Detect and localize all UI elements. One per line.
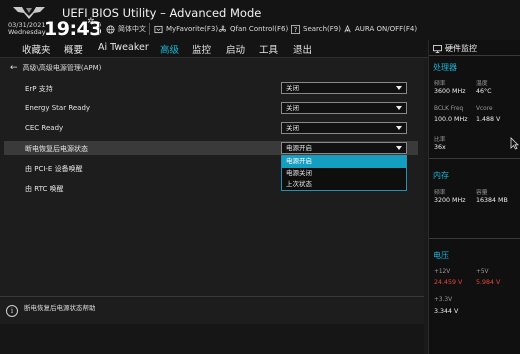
bclk-value: 100.0 MHz	[434, 116, 468, 123]
energy-star-select[interactable]: 关闭	[281, 102, 407, 114]
v5-value: 5.984 V	[476, 279, 501, 286]
header-divider	[149, 23, 150, 35]
power-state-dropdown-list[interactable]: 电源开启 电源关闭 上次状态	[281, 155, 407, 191]
search-button[interactable]: ? Search(F9)	[291, 22, 341, 36]
myfavorite-label: MyFavorite(F3)	[166, 25, 219, 33]
memory-freq-value: 3200 MHz	[434, 197, 466, 204]
tab-boot[interactable]: 启动	[226, 42, 245, 56]
setting-label: 由 PCI-E 设备唤醒	[25, 165, 83, 173]
select-value: 关闭	[286, 84, 299, 92]
v12-label: +12V	[434, 269, 451, 275]
hardware-monitor-panel: 硬件监控 处理器 频率 温度 3600 MHz 46°C BCLK Freq V…	[428, 40, 520, 354]
breadcrumb[interactable]: ← 高级\高级电源管理(APM)	[10, 63, 101, 73]
info-icon: i	[6, 305, 18, 317]
aura-label: AURA ON/OFF(F4)	[355, 25, 418, 33]
select-value: 电源开启	[286, 144, 312, 152]
aura-icon	[344, 24, 351, 32]
select-value: 关闭	[286, 124, 299, 132]
dropdown-option-power-on[interactable]: 电源开启	[282, 156, 406, 168]
search-label: Search(F9)	[303, 25, 341, 33]
setting-row-ac-power-loss[interactable]: 断电恢复后电源状态 电源开启	[4, 141, 418, 155]
memory-section-title: 内存	[433, 171, 449, 180]
language-label: 简体中文	[118, 25, 146, 33]
setting-label: CEC Ready	[25, 124, 64, 132]
v12-value: 24.459 V	[434, 279, 463, 286]
qfan-control-button[interactable]: Qfan Control(F6)	[218, 22, 288, 36]
cpu-freq-value: 3600 MHz	[434, 88, 466, 95]
ac-power-loss-select[interactable]: 电源开启	[281, 142, 407, 154]
globe-icon	[106, 24, 115, 34]
setting-label: ErP 支持	[25, 85, 53, 93]
divider	[429, 55, 520, 56]
voltage-section-title: 电压	[433, 251, 449, 260]
ratio-label: 比率	[434, 137, 446, 143]
hardware-monitor-label: 硬件监控	[445, 44, 477, 53]
breadcrumb-text: 高级\高级电源管理(APM)	[22, 64, 102, 72]
date-display: 03/31/2021 Wednesday	[8, 22, 46, 36]
dropdown-option-power-off[interactable]: 电源关闭	[282, 168, 406, 180]
v33-label: +3.3V	[434, 297, 453, 303]
cpu-temp-value: 46°C	[476, 88, 492, 95]
divider	[429, 158, 520, 159]
memory-capacity-value: 16384 MB	[476, 197, 508, 204]
setting-row-erp[interactable]: ErP 支持 关闭	[4, 81, 418, 95]
myfavorite-button[interactable]: MyFavorite(F3)	[154, 22, 218, 36]
dropdown-option-last-state[interactable]: 上次状态	[282, 179, 406, 191]
cec-select[interactable]: 关闭	[281, 122, 407, 134]
weekday-text: Wednesday	[8, 28, 46, 36]
select-value: 关闭	[286, 104, 299, 112]
help-panel: i 断电恢复后电源状态帮助	[0, 296, 424, 324]
aura-toggle-button[interactable]: AURA ON/OFF(F4)	[343, 22, 417, 36]
vcore-label: Vcore	[476, 106, 493, 112]
header-divider	[99, 23, 100, 35]
tab-favorites[interactable]: 收藏夹	[22, 42, 51, 56]
bclk-label: BCLK Freq	[434, 106, 464, 112]
fan-icon	[218, 25, 227, 32]
cpu-freq-label: 频率	[434, 81, 446, 87]
vcore-value: 1.488 V	[476, 116, 501, 123]
v33-value: 3.344 V	[434, 308, 459, 315]
setting-row-energy-star[interactable]: Energy Star Ready 关闭	[4, 101, 418, 115]
tab-overview[interactable]: 概要	[64, 42, 83, 56]
memory-freq-label: 频率	[434, 190, 446, 196]
help-text: 断电恢复后电源状态帮助	[24, 304, 96, 312]
cpu-temp-label: 温度	[476, 81, 488, 87]
caret-down-icon	[396, 86, 402, 90]
setting-row-cec[interactable]: CEC Ready 关闭	[4, 121, 418, 135]
language-button[interactable]: 简体中文	[106, 22, 146, 36]
hardware-monitor-title: 硬件监控	[433, 43, 477, 54]
cpu-section-title: 处理器	[433, 63, 457, 72]
tab-advanced[interactable]: 高级	[157, 42, 182, 60]
memory-capacity-label: 容量	[476, 190, 488, 196]
tab-monitor[interactable]: 监控	[192, 42, 211, 56]
caret-down-icon	[396, 126, 402, 130]
caret-down-icon	[396, 146, 402, 150]
bottom-bar	[0, 324, 424, 354]
tab-exit[interactable]: 退出	[293, 42, 312, 56]
clock-settings-icon[interactable]: ✲	[87, 17, 95, 27]
caret-down-icon	[396, 106, 402, 110]
erp-select[interactable]: 关闭	[281, 82, 407, 94]
setting-label: Energy Star Ready	[25, 104, 91, 112]
tuf-logo-icon	[13, 7, 45, 19]
setting-label: 断电恢复后电源状态	[25, 145, 88, 153]
monitor-icon	[433, 44, 442, 53]
tab-ai-tweaker[interactable]: Ai Tweaker	[98, 42, 149, 53]
qfan-label: Qfan Control(F6)	[230, 25, 289, 33]
mouse-cursor-icon	[510, 137, 519, 150]
tab-tools[interactable]: 工具	[259, 42, 278, 56]
setting-label: 由 RTC 唤醒	[25, 185, 64, 193]
v5-label: +5V	[476, 269, 489, 275]
myfavorite-icon	[154, 25, 163, 33]
ratio-value: 36x	[434, 144, 446, 151]
question-icon: ?	[291, 24, 300, 34]
top-bar: UEFI BIOS Utility – Advanced Mode 03/31/…	[0, 0, 520, 40]
divider	[429, 238, 520, 239]
svg-text:?: ?	[294, 26, 298, 34]
back-arrow-icon[interactable]: ←	[10, 63, 18, 73]
